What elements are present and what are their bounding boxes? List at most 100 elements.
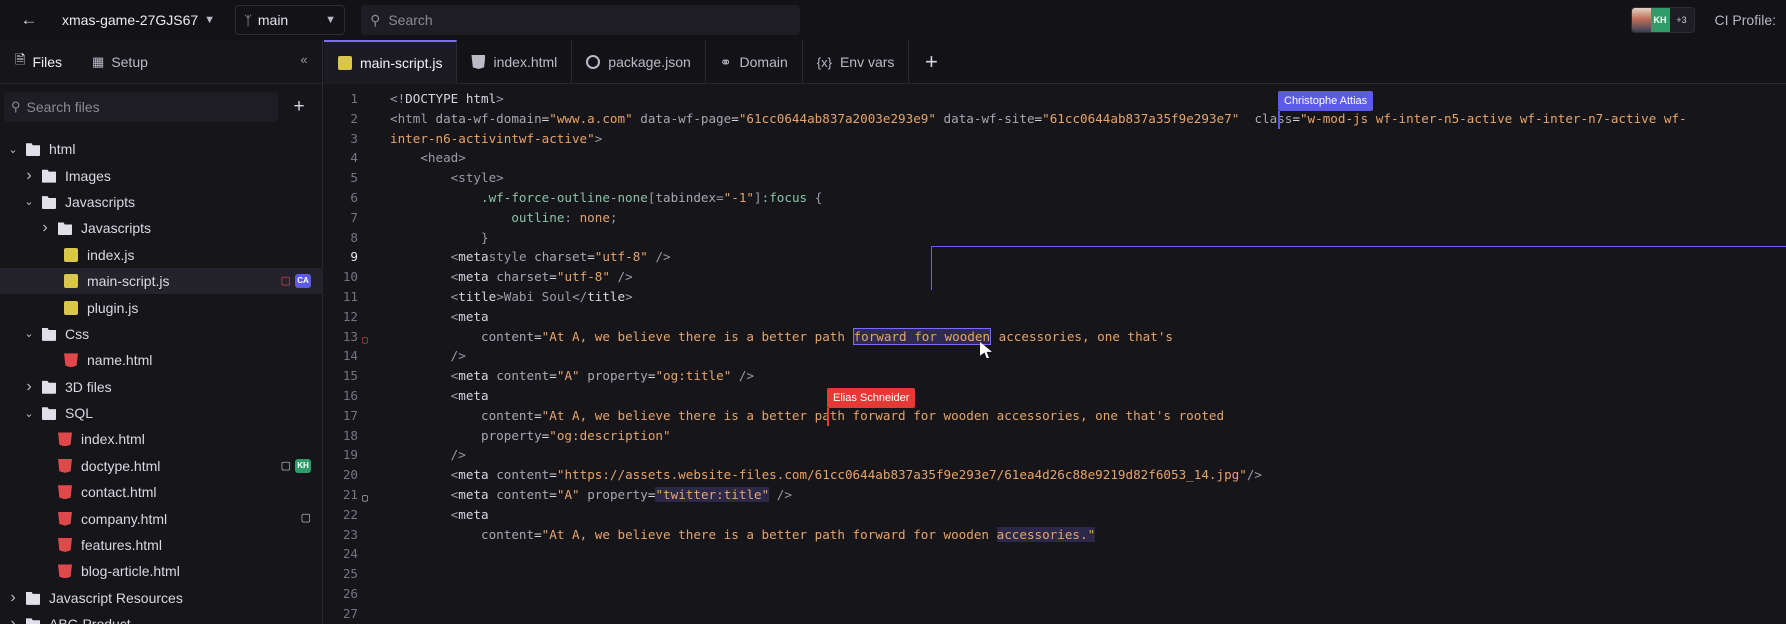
code-line[interactable]: 13 ▢ content="At A, we believe there is a… — [324, 327, 1786, 347]
code-text: <meta — [390, 505, 489, 525]
code-line[interactable]: 24 — [324, 544, 1786, 564]
file-item[interactable]: features.html — [0, 532, 323, 558]
tab-json[interactable]: package.json — [572, 40, 706, 84]
code-line[interactable]: 18 property="og:description" — [324, 426, 1786, 446]
file-icon: 🗎 — [15, 51, 26, 67]
folder-item[interactable]: › Images — [0, 162, 323, 188]
folder-item[interactable]: ⌄ Javascripts — [0, 189, 323, 215]
code-line[interactable]: 23 content="At A, we believe there is a … — [324, 525, 1786, 545]
comment-icon[interactable]: ▢ — [362, 331, 368, 351]
folder-icon — [58, 222, 72, 236]
code-line[interactable]: 27 — [324, 604, 1786, 624]
code-token: = — [549, 487, 557, 502]
code-token: property — [481, 427, 542, 443]
html-file-icon — [64, 353, 78, 368]
tab-html[interactable]: index.html — [457, 40, 573, 84]
file-item[interactable]: contact.html — [0, 479, 323, 505]
tree-item-label: doctype.html — [81, 457, 161, 474]
tree-item-label: SQL — [65, 405, 94, 422]
tab-js[interactable]: main-script.js — [324, 40, 458, 84]
file-item[interactable]: plugin.js — [0, 294, 323, 320]
comment-icon[interactable]: ▢ — [362, 489, 368, 509]
tab-brace[interactable]: {x} Env vars — [803, 40, 910, 84]
back-arrow-icon[interactable]: ← — [12, 5, 46, 35]
folder-item[interactable]: ⌄ Css — [0, 321, 323, 347]
chevron-right-icon[interactable]: › — [38, 219, 52, 237]
code-line[interactable]: 25 — [324, 564, 1786, 584]
code-line[interactable]: 4 <head> — [324, 148, 1786, 168]
code-text: content="At A, we believe there is a bet… — [390, 327, 1173, 347]
code-line[interactable]: 5 <style> — [324, 168, 1786, 188]
html-file-icon — [58, 485, 72, 500]
line-number: 4 — [350, 150, 358, 166]
collaborator-avatars[interactable]: KH +3 — [1630, 7, 1695, 33]
code-token: content — [481, 407, 535, 423]
tree-item-label: contact.html — [81, 484, 157, 501]
code-line[interactable]: 26 — [324, 584, 1786, 604]
code-token: content — [481, 328, 535, 344]
code-editor[interactable]: 27 26 25 24 23 content="At A, we believe the… — [324, 84, 1786, 624]
line-number: 8 — [350, 229, 358, 245]
folder-item[interactable]: › Javascripts — [0, 215, 323, 241]
code-line[interactable]: 12 <meta — [324, 307, 1786, 327]
code-text: outline: none; — [390, 208, 617, 228]
search-icon: ⚲ — [370, 11, 381, 28]
file-item[interactable]: index.js — [0, 242, 323, 268]
tab-files[interactable]: 🗎 Files — [0, 40, 77, 84]
code-token: = — [587, 249, 595, 265]
folder-item[interactable]: › Javascript Resources — [0, 585, 323, 611]
file-item[interactable]: main-script.js ▢ CA — [0, 267, 323, 295]
line-number: 15 — [342, 368, 358, 384]
code-line[interactable]: 2 <html data-wf-domain = "www.a.com" data-w… — [324, 109, 1786, 129]
code-token: meta — [458, 487, 497, 502]
code-line[interactable]: 21 ▢ <meta content="A" property="twitter:… — [324, 485, 1786, 505]
code-line[interactable]: 7 outline: none; — [324, 208, 1786, 228]
file-item[interactable]: blog-article.html — [0, 558, 323, 584]
code-line[interactable]: 22 <meta — [324, 505, 1786, 525]
file-item[interactable]: name.html — [0, 347, 323, 373]
code-line[interactable]: 1 <!DOCTYPE html> — [324, 89, 1786, 109]
file-item[interactable]: index.html — [0, 426, 323, 452]
add-file-button[interactable]: + — [284, 92, 314, 122]
code-line[interactable]: 20 <meta content="https://assets.website… — [324, 465, 1786, 485]
file-item[interactable]: doctype.html ▢ KH — [0, 453, 323, 479]
ci-profile-label[interactable]: CI Profile: — [1715, 12, 1776, 28]
comment-icon[interactable]: ▢ — [301, 511, 311, 524]
folder-item[interactable]: › ABC-Product — [0, 611, 323, 624]
code-line[interactable]: 19 /> — [324, 445, 1786, 465]
code-token: data-wf-page — [632, 110, 732, 126]
tree-item-label: features.html — [81, 537, 162, 554]
global-search-input[interactable]: ⚲ Search — [361, 5, 801, 35]
comment-icon[interactable]: ▢ — [281, 459, 291, 472]
tab-link[interactable]: ⚭ Domain — [706, 40, 803, 84]
code-line[interactable]: 14 /> — [324, 346, 1786, 366]
chevron-right-icon[interactable]: › — [22, 167, 36, 185]
collapse-sidebar-icon[interactable]: « — [294, 52, 314, 72]
code-line[interactable]: 6 .wf-force-outline-none[tabindex="-1"]:… — [324, 188, 1786, 208]
chevron-right-icon[interactable]: › — [6, 589, 20, 607]
chevron-down-icon[interactable]: ⌄ — [22, 327, 36, 340]
chevron-down-icon[interactable]: ⌄ — [22, 195, 36, 208]
folder-item[interactable]: › 3D files — [0, 374, 323, 400]
branch-selector[interactable]: ᛉ main ▼ — [235, 5, 346, 35]
add-tab-button[interactable]: + — [909, 40, 953, 84]
chevron-down-icon[interactable]: ⌄ — [6, 143, 20, 156]
tab-setup[interactable]: ▦ Setup — [77, 40, 163, 84]
code-line[interactable]: 8 } — [324, 228, 1786, 248]
comment-icon[interactable]: ▢ — [281, 274, 291, 287]
chevron-right-icon[interactable]: › — [6, 615, 20, 624]
chevron-down-icon[interactable]: ⌄ — [22, 407, 36, 420]
code-line[interactable]: 17 content="At A, we believe there is a … — [324, 406, 1786, 426]
folder-item[interactable]: ⌄ html — [0, 136, 323, 162]
code-line[interactable]: 16 <meta — [324, 386, 1786, 406]
project-switcher[interactable]: xmas-game-27GJS67 ▼ — [62, 12, 215, 28]
chevron-right-icon[interactable]: › — [22, 378, 36, 396]
code-line[interactable]: 3 inter-n6-activintwf-active"> — [324, 129, 1786, 149]
file-search-input[interactable]: ⚲ Search files — [4, 92, 278, 122]
file-item[interactable]: company.html ▢ — [0, 505, 323, 531]
folder-icon — [26, 143, 40, 157]
folder-item[interactable]: ⌄ SQL — [0, 400, 323, 426]
code-token: } — [481, 229, 489, 245]
code-line[interactable]: 15 <meta content="A" property="og:title"… — [324, 366, 1786, 386]
